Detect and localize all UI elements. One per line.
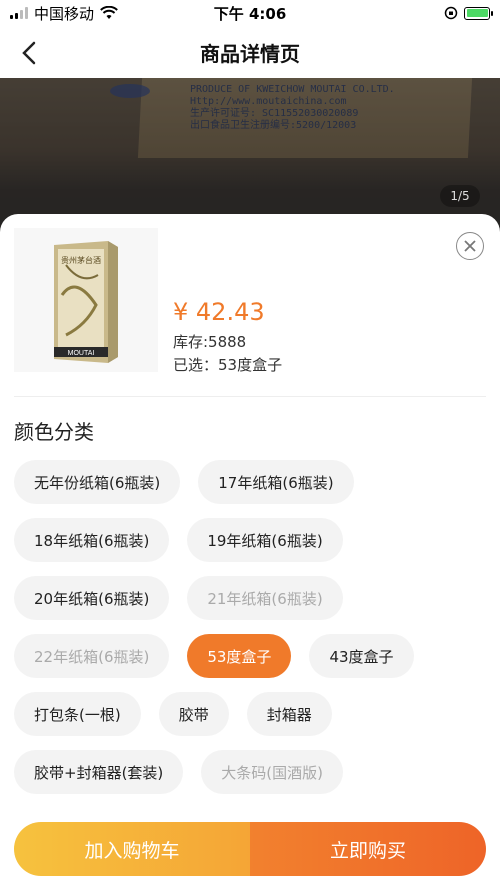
back-button[interactable] (14, 38, 44, 68)
carrier-label: 中国移动 (34, 4, 95, 23)
svg-text:MOUTAI: MOUTAI (68, 350, 95, 357)
option-chip: 21年纸箱(6瓶装) (187, 576, 343, 620)
action-bar: 加入购物车 立即购买 (14, 822, 486, 876)
close-button[interactable] (456, 232, 484, 260)
divider (14, 396, 486, 397)
option-chip[interactable]: 18年纸箱(6瓶装) (14, 518, 170, 562)
product-price: ¥ 42.43 (173, 298, 265, 326)
option-chip[interactable]: 无年份纸箱(6瓶装) (14, 460, 181, 504)
chevron-left-icon (22, 41, 36, 65)
option-chip-list: 无年份纸箱(6瓶装) 17年纸箱(6瓶装) 18年纸箱(6瓶装) 19年纸箱(6瓶装)… (14, 460, 494, 794)
option-chip[interactable]: 20年纸箱(6瓶装) (14, 576, 170, 620)
status-bar: 中国移动 下午 4:06 (0, 0, 500, 26)
product-box-image: MOUTAI 贵州茅台酒 (54, 241, 118, 363)
sku-selector-sheet: MOUTAI 贵州茅台酒 ¥ 42.43 库存:5888 已选：53度盒子 颜色… (0, 214, 500, 889)
status-left: 中国移动 (10, 3, 118, 24)
option-chip[interactable]: 封箱器 (246, 692, 332, 736)
signal-icon (10, 7, 28, 19)
product-thumbnail: MOUTAI 贵州茅台酒 (14, 228, 158, 372)
banner-page-indicator: 1/5 (440, 185, 480, 207)
option-section-title: 颜色分类 (14, 420, 94, 444)
option-chip[interactable]: 53度盒子 (187, 634, 292, 678)
option-chip[interactable]: 胶带 (158, 692, 229, 736)
option-chip[interactable]: 19年纸箱(6瓶装) (187, 518, 343, 562)
orientation-lock-icon (444, 6, 458, 20)
option-chip[interactable]: 打包条(一根) (14, 692, 141, 736)
option-chip: 22年纸箱(6瓶装) (14, 634, 170, 678)
page-title: 商品详情页 (200, 41, 300, 66)
product-image-label: 贵州茅台酒 (61, 255, 101, 265)
option-chip[interactable]: 17年纸箱(6瓶装) (198, 460, 354, 504)
option-chip: 大条码(国酒版) (201, 750, 343, 794)
status-right (444, 6, 493, 20)
option-chip[interactable]: 43度盒子 (309, 634, 414, 678)
wifi-icon (100, 6, 118, 19)
add-to-cart-button[interactable]: 加入购物车 (14, 822, 250, 876)
product-stock: 库存:5888 (173, 333, 247, 351)
nav-bar: 商品详情页 (0, 26, 500, 78)
close-icon (464, 240, 476, 252)
selected-option-summary: 已选：53度盒子 (173, 356, 283, 374)
option-chip[interactable]: 胶带+封箱器(套装) (14, 750, 184, 794)
buy-now-button[interactable]: 立即购买 (250, 822, 486, 876)
battery-icon (464, 6, 493, 20)
